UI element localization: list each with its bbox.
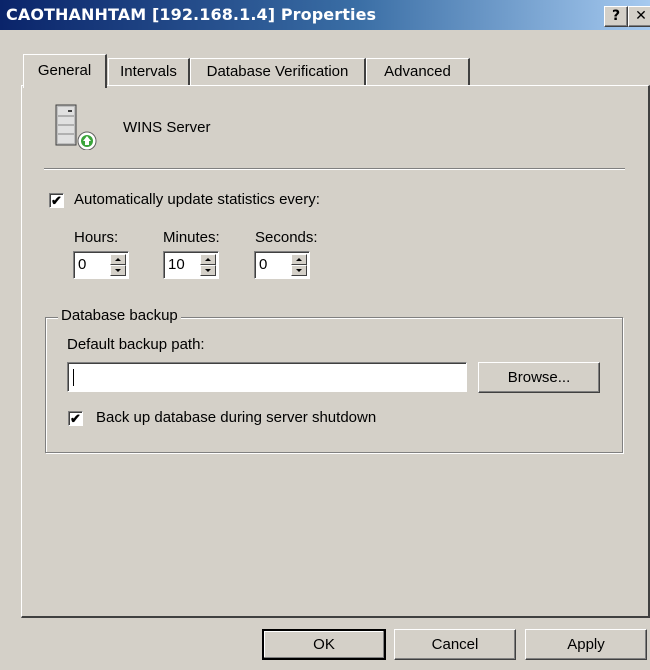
- hours-spinner[interactable]: 0: [73, 251, 129, 279]
- window-title: CAOTHANHTAM [192.168.1.4] Properties: [6, 5, 377, 24]
- help-button[interactable]: ?: [604, 6, 628, 27]
- browse-button[interactable]: Browse...: [478, 362, 600, 393]
- hours-down-arrow[interactable]: [110, 265, 126, 276]
- tab-general-label: General: [37, 62, 92, 79]
- auto-update-checkbox[interactable]: ✔: [49, 193, 64, 208]
- minutes-spinner[interactable]: 10: [163, 251, 219, 279]
- tab-database-verification-label: Database Verification: [206, 63, 349, 80]
- separator: [44, 168, 625, 170]
- hours-label: Hours:: [74, 229, 119, 246]
- tab-advanced[interactable]: Advanced: [366, 58, 470, 85]
- apply-button[interactable]: Apply: [525, 629, 647, 660]
- backup-path-input[interactable]: [67, 362, 467, 392]
- backup-path-label: Default backup path:: [67, 336, 205, 353]
- seconds-value[interactable]: 0: [259, 256, 267, 273]
- close-button[interactable]: ✕: [628, 6, 650, 27]
- seconds-spinner[interactable]: 0: [254, 251, 310, 279]
- seconds-up-arrow[interactable]: [291, 254, 307, 265]
- ok-button[interactable]: OK: [262, 629, 386, 660]
- minutes-label: Minutes:: [163, 229, 220, 246]
- tab-advanced-label: Advanced: [384, 63, 451, 80]
- seconds-label: Seconds:: [255, 229, 318, 246]
- hours-value[interactable]: 0: [78, 256, 86, 273]
- seconds-down-arrow[interactable]: [291, 265, 307, 276]
- tab-general[interactable]: General: [23, 54, 107, 88]
- tab-intervals-label: Intervals: [120, 63, 177, 80]
- wins-server-icon: [55, 104, 97, 150]
- shutdown-backup-label: Back up database during server shutdown: [96, 409, 377, 426]
- minutes-down-arrow[interactable]: [200, 265, 216, 276]
- minutes-value[interactable]: 10: [168, 256, 185, 273]
- hours-up-arrow[interactable]: [110, 254, 126, 265]
- minutes-up-arrow[interactable]: [200, 254, 216, 265]
- text-caret: [73, 369, 74, 386]
- auto-update-label: Automatically update statistics every:: [74, 191, 320, 208]
- properties-dialog: CAOTHANHTAM [192.168.1.4] Properties ? ✕…: [0, 0, 650, 670]
- title-bar[interactable]: CAOTHANHTAM [192.168.1.4] Properties ? ✕: [0, 0, 650, 30]
- tab-intervals[interactable]: Intervals: [108, 58, 190, 85]
- database-backup-title: Database backup: [58, 307, 181, 324]
- tab-database-verification[interactable]: Database Verification: [190, 58, 366, 85]
- close-icon: ✕: [635, 8, 647, 24]
- server-type-label: WINS Server: [123, 119, 211, 136]
- cancel-button[interactable]: Cancel: [394, 629, 516, 660]
- shutdown-backup-checkbox[interactable]: ✔: [68, 411, 83, 426]
